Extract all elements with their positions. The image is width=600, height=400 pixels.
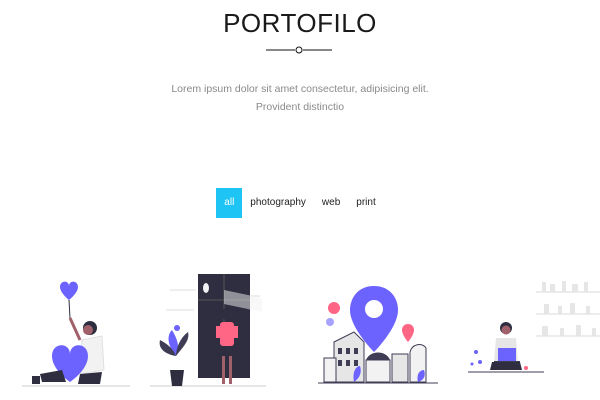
subtitle-line-2: Provident distinctio (255, 101, 345, 113)
shelves-illustration[interactable] (536, 278, 600, 344)
filter-bar: all photography web print (0, 188, 600, 218)
woman-at-door-illustration[interactable] (150, 270, 266, 390)
person-with-laptop-illustration[interactable] (468, 320, 544, 380)
person-with-hearts-illustration[interactable] (22, 278, 130, 390)
title-divider (266, 46, 332, 54)
portfolio-section: PORTOFILO Lorem ipsum dolor sit amet con… (0, 0, 600, 400)
section-title: PORTOFILO (223, 8, 377, 38)
filter-all-button[interactable]: all (216, 188, 243, 218)
filter-web-button[interactable]: web (314, 188, 348, 218)
portfolio-gallery (0, 268, 600, 400)
filter-print-button[interactable]: print (348, 188, 383, 218)
subtitle-line-1: Lorem ipsum dolor sit amet consectetur, … (171, 83, 429, 95)
section-subtitle: Lorem ipsum dolor sit amet consectetur, … (0, 80, 600, 116)
filter-photography-button[interactable]: photography (242, 188, 314, 218)
city-location-pin-illustration[interactable] (318, 282, 438, 388)
